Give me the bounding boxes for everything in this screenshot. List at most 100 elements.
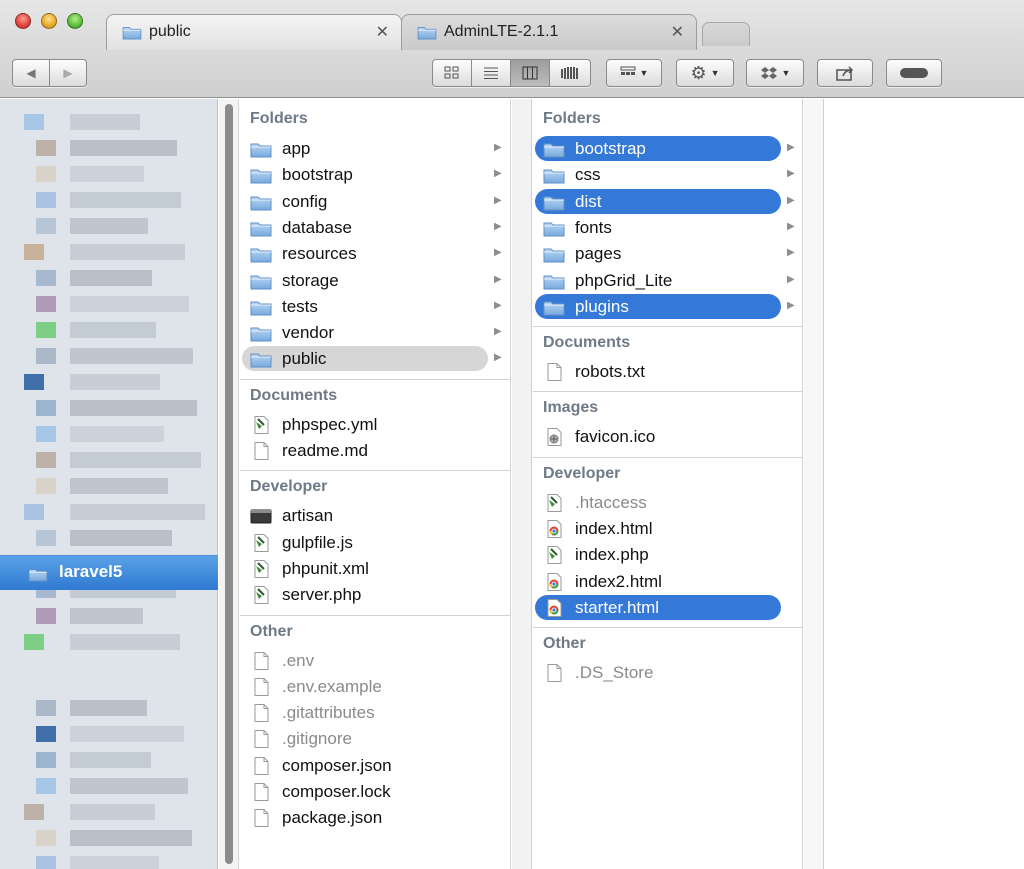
arrange-button[interactable]: ▼ <box>606 59 662 87</box>
sidebar-item[interactable] <box>10 423 210 443</box>
sidebar-item[interactable] <box>10 371 210 391</box>
sidebar-item[interactable] <box>10 345 210 365</box>
sidebar-item[interactable] <box>10 111 210 131</box>
coverflow-view-button[interactable] <box>549 59 591 87</box>
folder-icon <box>250 350 272 368</box>
tags-toggle-button[interactable] <box>886 59 942 87</box>
back-button[interactable]: ◀ <box>12 59 50 87</box>
item-name: .gitignore <box>282 729 352 749</box>
share-button[interactable] <box>817 59 873 87</box>
close-tab-icon[interactable]: ✕ <box>376 22 389 42</box>
sidebar-item[interactable] <box>10 605 210 625</box>
column-resize-handle[interactable] <box>804 99 824 869</box>
file-row[interactable]: phpspec.yml <box>240 412 510 438</box>
sidebar-item[interactable] <box>10 163 210 183</box>
forward-button[interactable]: ▶ <box>49 59 87 87</box>
close-window-button[interactable] <box>15 13 31 29</box>
item-name: .gitattributes <box>282 703 375 723</box>
sidebar-item[interactable] <box>10 137 210 157</box>
file-row[interactable]: index.html <box>533 516 802 542</box>
tab-adminlte[interactable]: AdminLTE-2.1.1 ✕ <box>401 14 697 50</box>
zoom-window-button[interactable] <box>67 13 83 29</box>
column-view-button[interactable] <box>510 59 550 87</box>
sidebar-item[interactable] <box>10 293 210 313</box>
folder-row[interactable]: pages ▶ <box>533 241 802 267</box>
sidebar-item[interactable] <box>10 749 210 769</box>
file-row[interactable]: .env.example <box>240 674 510 700</box>
item-name: pages <box>575 244 622 264</box>
sidebar-item[interactable] <box>10 501 210 521</box>
sidebar-item[interactable] <box>10 697 210 717</box>
folder-row[interactable]: tests ▶ <box>240 294 510 320</box>
file-row[interactable]: .env <box>240 648 510 674</box>
file-row[interactable]: composer.lock <box>240 779 510 805</box>
file-row[interactable]: index.php <box>533 542 802 568</box>
file-row[interactable]: favicon.ico <box>533 424 802 450</box>
tab-public[interactable]: public ✕ <box>106 14 402 50</box>
file-row[interactable]: composer.json <box>240 753 510 779</box>
list-view-button[interactable] <box>471 59 511 87</box>
sidebar-item[interactable] <box>10 475 210 495</box>
folder-row[interactable]: phpGrid_Lite ▶ <box>533 268 802 294</box>
folder-row[interactable]: resources ▶ <box>240 241 510 267</box>
column-resize-handle[interactable] <box>512 99 532 869</box>
folder-row[interactable]: public ▶ <box>240 346 510 372</box>
folder-row[interactable]: dist ▶ <box>533 188 802 215</box>
action-button[interactable]: ⚙ ▼ <box>676 59 734 87</box>
icon-view-icon <box>444 66 459 79</box>
file-row[interactable]: package.json <box>240 805 510 831</box>
folder-row[interactable]: vendor ▶ <box>240 320 510 346</box>
sidebar-item[interactable] <box>10 801 210 821</box>
folder-row[interactable]: app ▶ <box>240 136 510 162</box>
file-row[interactable]: .DS_Store <box>533 660 802 686</box>
folder-row[interactable]: database ▶ <box>240 215 510 241</box>
dropbox-button[interactable]: ▼ <box>746 59 804 87</box>
disclosure-arrow-icon: ▶ <box>494 142 502 153</box>
file-row[interactable]: phpunit.xml <box>240 556 510 582</box>
folder-icon <box>250 298 272 316</box>
sidebar-item[interactable] <box>10 449 210 469</box>
sidebar-item[interactable] <box>10 319 210 339</box>
file-row[interactable]: artisan <box>240 503 510 529</box>
file-row[interactable]: .htaccess <box>533 490 802 516</box>
sidebar-item[interactable] <box>10 267 210 287</box>
file-row[interactable]: index2.html <box>533 569 802 595</box>
folder-row[interactable]: bootstrap ▶ <box>240 162 510 188</box>
sidebar-item[interactable] <box>10 527 210 547</box>
sidebar-item[interactable] <box>10 775 210 795</box>
folder-row[interactable]: fonts ▶ <box>533 215 802 241</box>
file-row[interactable]: .gitattributes <box>240 700 510 726</box>
icon-view-button[interactable] <box>432 59 472 87</box>
folder-row[interactable]: bootstrap ▶ <box>533 136 802 162</box>
disclosure-arrow-icon: ▶ <box>787 220 795 232</box>
sidebar-item[interactable] <box>10 241 210 261</box>
file-row[interactable]: .gitignore <box>240 726 510 752</box>
file-row[interactable]: gulpfile.js <box>240 530 510 556</box>
file-row[interactable]: readme.md <box>240 438 510 464</box>
file-row[interactable]: robots.txt <box>533 359 802 385</box>
folder-row[interactable]: config ▶ <box>240 189 510 215</box>
sidebar-item[interactable] <box>10 215 210 235</box>
sidebar-scrollbar[interactable] <box>219 99 239 869</box>
minimize-window-button[interactable] <box>41 13 57 29</box>
sidebar-item[interactable] <box>10 853 210 869</box>
close-tab-icon[interactable]: ✕ <box>671 22 684 42</box>
sidebar-item[interactable] <box>10 631 210 651</box>
new-tab-button[interactable] <box>702 22 750 46</box>
sidebar-item[interactable] <box>10 397 210 417</box>
sidebar-item[interactable] <box>10 827 210 847</box>
dropdown-caret-icon: ▼ <box>639 68 649 78</box>
section-header-folders: Folders <box>240 103 510 129</box>
folder-icon <box>27 566 49 582</box>
folder-row[interactable]: plugins ▶ <box>533 293 802 320</box>
file-row[interactable]: starter.html <box>533 594 802 621</box>
disclosure-arrow-icon: ▶ <box>787 168 795 180</box>
sidebar-item[interactable] <box>10 189 210 209</box>
sidebar-item-laravel5[interactable]: laravel5 <box>0 555 218 590</box>
file-row[interactable]: server.php <box>240 582 510 608</box>
scrollbar-thumb[interactable] <box>225 104 233 864</box>
sidebar-item[interactable] <box>10 723 210 743</box>
folder-row[interactable]: storage ▶ <box>240 268 510 294</box>
folder-row[interactable]: css ▶ <box>533 162 802 188</box>
item-name: database <box>282 217 352 237</box>
